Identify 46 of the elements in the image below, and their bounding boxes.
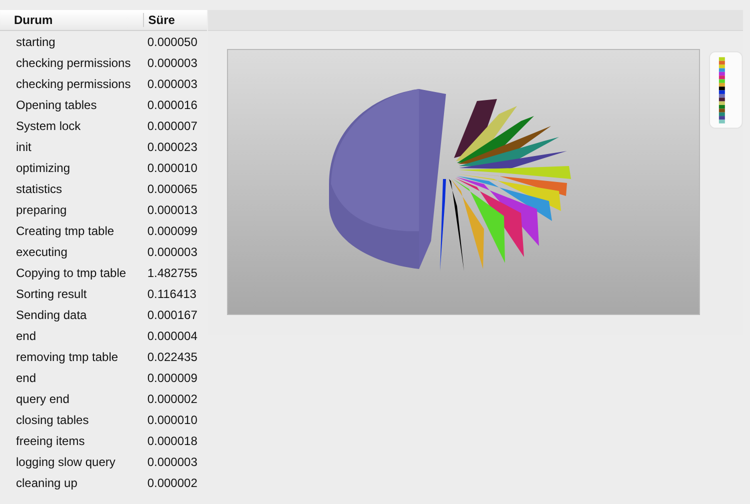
table-cell-text: 0.000009 [147,370,198,384]
table-cell-text: 0.000099 [147,224,198,238]
table-cell-text: statistics [15,182,64,196]
table-cell-text: 0.000002 [147,476,198,490]
table-cell-text: Copying to tmp table [15,266,128,280]
table-cell-text: removing tmp table [15,350,120,364]
table-cell-text: System lock [15,118,82,132]
table-cell-text: checking permissions [15,76,132,90]
table-cell-text: 0.000065 [147,182,198,196]
table-cell-text: starting [15,34,56,48]
table-cell-text: 0.000010 [147,160,198,174]
table-cell-text: preparing [15,202,68,216]
table-cell-text: 0.000023 [147,140,198,154]
table-cell-text: optimizing [15,160,72,174]
table-cell-text: end [15,328,38,342]
table-cell-text: freeing items [15,434,86,448]
table-cell-text: 0.000050 [147,34,198,48]
table-cell-text: Opening tables [15,98,98,112]
table-cell-text: 0.000016 [147,98,198,112]
table-cell-text: 0.000003 [147,454,198,468]
table-cell-text: 0.000003 [147,56,198,70]
table-cell-text: 0.000004 [147,328,198,342]
table-cell-text: logging slow query [15,454,116,468]
table-cell-text: 0.000018 [147,434,198,448]
table-cell-text: 0.000167 [147,308,198,322]
table-cell-text: 0.022435 [147,350,198,364]
table-cell-text: 0.000002 [147,392,198,406]
table-cell-text: 0.000007 [147,118,198,132]
column-header[interactable]: Süre [144,13,207,27]
table-cell-text: executing [15,244,68,258]
table-cell-text: Sorting result [15,286,88,300]
table-cell-text: closing tables [15,412,90,426]
table-cell-text: Sending data [15,308,88,322]
table-cell-text: init [15,140,32,154]
table-cell-text: checking permissions [15,56,132,70]
table-cell-text: query end [15,392,70,406]
table-cell-text: 0.000010 [147,412,198,426]
table-cell-text: Creating tmp table [15,224,116,238]
table-cell-text: 1.482755 [147,266,198,280]
table-cell-text: 0.000013 [147,202,198,216]
column-header[interactable]: Durum [0,13,144,27]
table-cell-text: 0.000003 [147,76,198,90]
table-cell-text: 0.000003 [147,244,198,258]
table-cell-text: cleaning up [15,476,78,490]
table-cell-text: end [15,370,38,384]
table-cell-text: 0.116413 [147,286,198,300]
